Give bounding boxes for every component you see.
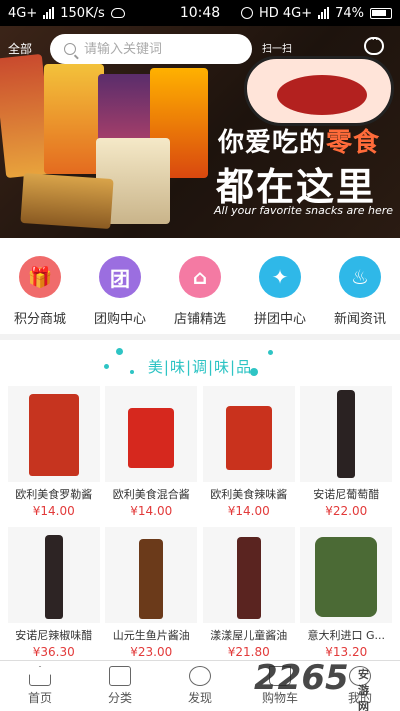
network-type: HD 4G+	[258, 5, 313, 21]
signal-strength-icon	[318, 7, 330, 19]
search-input[interactable]	[84, 41, 234, 57]
category-icon	[109, 666, 131, 686]
tab-profile[interactable]: 我的	[320, 661, 400, 711]
tab-home[interactable]: 首页	[0, 661, 80, 711]
battery-percent: 74%	[335, 5, 364, 21]
decorative-dot	[116, 348, 123, 355]
product-price: ¥21.80	[227, 645, 270, 659]
product-card[interactable]: 安诺尼葡萄醋 ¥22.00	[298, 386, 394, 523]
category-news[interactable]: ♨ 新闻资讯	[320, 256, 400, 334]
product-card[interactable]: 安诺尼辣椒味醋 ¥36.30	[6, 527, 102, 664]
compass-icon	[189, 666, 211, 686]
product-image	[7, 527, 100, 623]
snack-image	[44, 64, 104, 174]
tab-discover[interactable]: 发现	[160, 661, 240, 711]
section-header: 美|味|调|味|品	[0, 340, 400, 386]
product-card[interactable]: 山元生鱼片酱油 ¥23.00	[103, 527, 199, 664]
banner-subtitle: All your favorite snacks are here	[214, 204, 394, 217]
search-bar[interactable]	[50, 34, 252, 64]
category-group-buy[interactable]: 团 团购中心	[80, 256, 160, 334]
puzzle-icon: ✦	[259, 256, 301, 298]
product-price: ¥36.30	[32, 645, 75, 659]
signal-icon	[43, 7, 55, 19]
product-price: ¥22.00	[325, 504, 368, 518]
product-card[interactable]: 意大利进口 G... ¥13.20	[298, 527, 394, 664]
category-team-buy[interactable]: ✦ 拼团中心	[240, 256, 320, 334]
network-speed: 150K/s	[60, 5, 105, 21]
product-name: 安诺尼葡萄醋	[313, 488, 380, 501]
user-icon	[349, 666, 371, 686]
category-nav: 🎁 积分商城 团 团购中心 ⌂ 店铺精选 ✦ 拼团中心 ♨ 新闻资讯	[0, 238, 400, 334]
product-price: ¥14.00	[130, 504, 173, 518]
product-image	[202, 527, 295, 623]
battery-icon	[370, 7, 392, 19]
product-price: ¥23.00	[130, 645, 173, 659]
product-name: 意大利进口 G...	[307, 629, 385, 642]
decorative-dot	[268, 350, 273, 355]
product-price: ¥14.00	[227, 504, 270, 518]
store-icon: ⌂	[179, 256, 221, 298]
search-icon	[64, 43, 76, 55]
product-image	[105, 386, 198, 482]
banner-headline: 你爱吃的零食	[218, 128, 381, 158]
group-buy-icon: 团	[99, 256, 141, 298]
product-image	[7, 386, 100, 482]
product-image	[105, 527, 198, 623]
cartoon-mouth-illustration	[244, 56, 394, 126]
product-price: ¥13.20	[325, 645, 368, 659]
gift-icon: 🎁	[19, 256, 61, 298]
product-name: 欧利美食混合酱	[112, 488, 190, 501]
status-bar: 4G+ 150K/s 10:48 HD 4G+ 74%	[0, 0, 400, 26]
product-image	[300, 386, 393, 482]
product-name: 安诺尼辣椒味醋	[15, 629, 93, 642]
product-grid: 欧利美食罗勒酱 ¥14.00 欧利美食混合酱 ¥14.00 欧利美食辣味酱 ¥1…	[0, 386, 400, 664]
snack-image	[20, 172, 114, 230]
product-name: 欧利美食辣味酱	[210, 488, 288, 501]
carrier-label: 4G+	[8, 5, 38, 21]
category-filter[interactable]: 全部	[8, 40, 32, 57]
product-image	[202, 386, 295, 482]
flame-icon: ♨	[339, 256, 381, 298]
message-icon[interactable]	[364, 33, 384, 55]
cart-icon	[269, 666, 291, 686]
banner-headline-2: 都在这里	[216, 165, 377, 209]
product-price: ¥14.00	[32, 504, 75, 518]
product-card[interactable]: 欧利美食混合酱 ¥14.00	[103, 386, 199, 523]
product-name: 山元生鱼片酱油	[112, 629, 190, 642]
product-card[interactable]: 漾漾屋儿童酱油 ¥21.80	[201, 527, 297, 664]
category-store-picks[interactable]: ⌂ 店铺精选	[160, 256, 240, 334]
product-name: 欧利美食罗勒酱	[15, 488, 93, 501]
tab-cart[interactable]: 购物车	[240, 661, 320, 711]
product-card[interactable]: 欧利美食辣味酱 ¥14.00	[201, 386, 297, 523]
product-name: 漾漾屋儿童酱油	[210, 629, 288, 642]
home-icon	[29, 666, 51, 686]
alarm-icon	[240, 7, 253, 19]
tab-category[interactable]: 分类	[80, 661, 160, 711]
section-title: 美|味|调|味|品	[147, 358, 253, 376]
category-points-mall[interactable]: 🎁 积分商城	[0, 256, 80, 334]
bottom-tab-bar: 首页 分类 发现 购物车 我的	[0, 660, 400, 711]
cloud-icon	[110, 8, 125, 18]
product-image	[300, 527, 393, 623]
scan-button[interactable]: 扫一扫	[262, 40, 292, 55]
product-card[interactable]: 欧利美食罗勒酱 ¥14.00	[6, 386, 102, 523]
